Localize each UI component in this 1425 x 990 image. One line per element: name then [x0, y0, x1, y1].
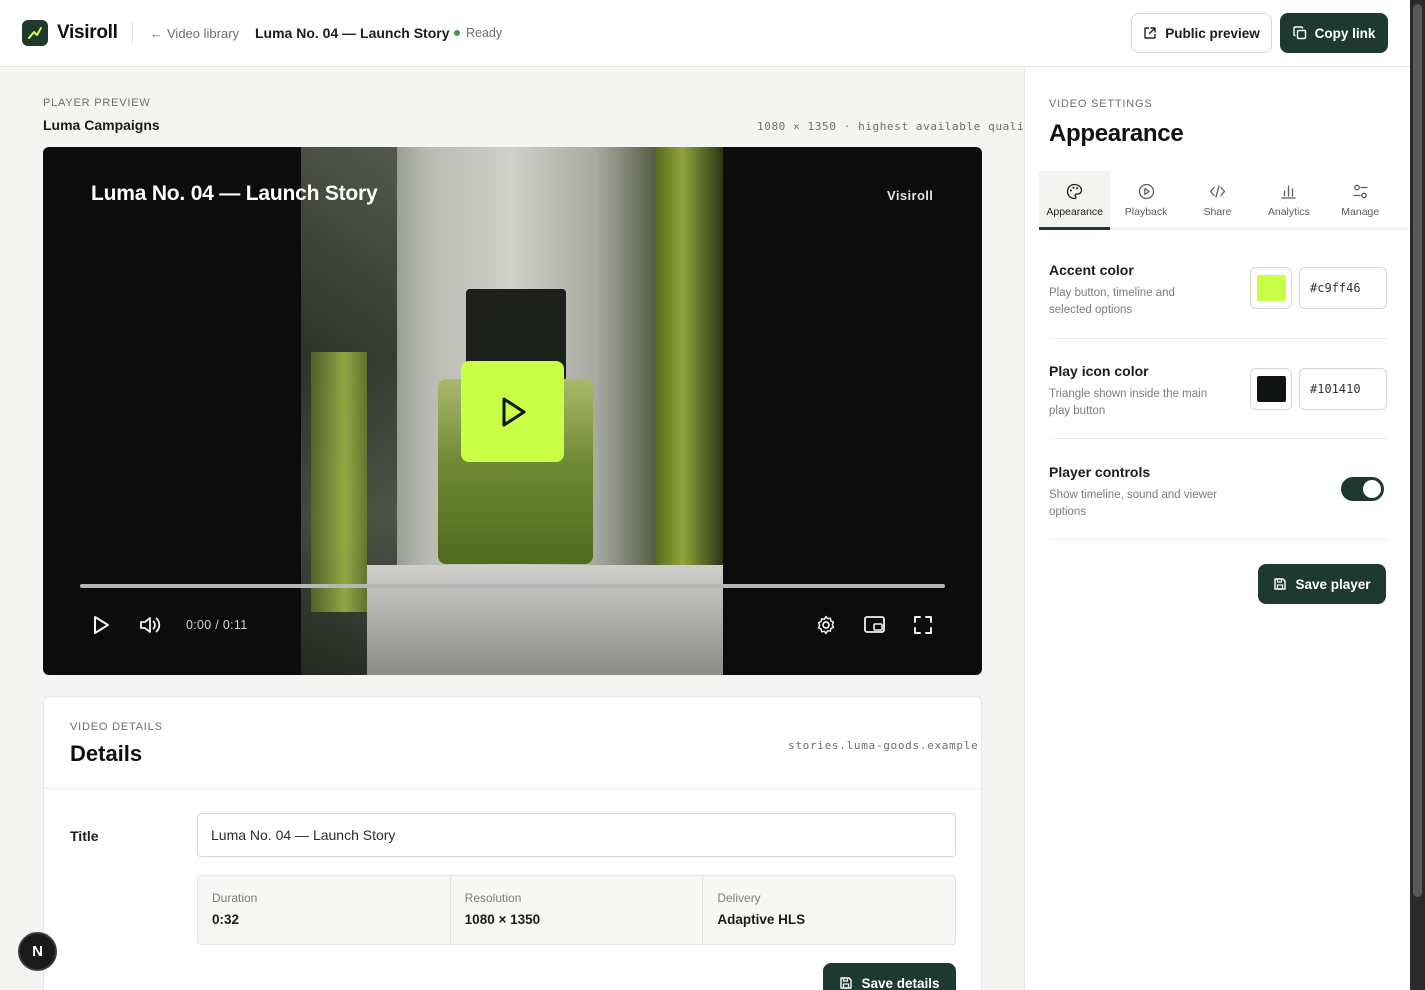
gear-icon: [817, 615, 835, 635]
divider: [44, 788, 981, 789]
big-play-button[interactable]: [461, 361, 564, 462]
title-field-label: Title: [70, 828, 99, 844]
breadcrumb-video-title: Luma No. 04 — Launch Story: [255, 25, 450, 41]
save-player-button[interactable]: Save player: [1258, 564, 1386, 604]
player-controls-desc: Show timeline, sound and viewer options: [1049, 489, 1218, 518]
details-url: stories.luma-goods.example: [788, 739, 979, 752]
toggle-knob: [1363, 480, 1381, 498]
tab-analytics[interactable]: Analytics: [1253, 171, 1324, 229]
play-icon-color-desc: Triangle shown inside the main play butt…: [1049, 388, 1208, 417]
settings-panel: VIDEO SETTINGS Appearance Appearance Pla…: [1024, 67, 1411, 990]
arrow-left-icon: ←: [150, 26, 163, 41]
accent-color-swatch[interactable]: [1250, 267, 1292, 309]
tab-label: Manage: [1341, 205, 1380, 218]
play-icon: [94, 616, 109, 634]
video-overlay-title: Luma No. 04 — Launch Story: [91, 182, 378, 205]
save-icon: [840, 977, 853, 989]
status-badge: Ready: [454, 26, 502, 40]
video-settings-kicker: VIDEO SETTINGS: [1049, 98, 1153, 110]
video-overlay-brand: Visiroll: [887, 188, 934, 203]
details-title: Details: [70, 741, 143, 766]
tab-label: Share: [1203, 205, 1232, 218]
tab-appearance[interactable]: Appearance: [1039, 171, 1111, 230]
play-control-button[interactable]: [88, 612, 114, 638]
copy-link-button[interactable]: Copy link: [1280, 13, 1388, 53]
sliders-icon: [1353, 184, 1368, 198]
accent-color-desc: Play button, timeline and selected optio…: [1049, 287, 1175, 316]
play-icon-color-hex-input[interactable]: #101410: [1299, 368, 1387, 410]
public-preview-button[interactable]: Public preview: [1131, 13, 1272, 53]
play-icon-color-swatch[interactable]: [1250, 368, 1292, 410]
tab-manage[interactable]: Manage: [1325, 171, 1396, 229]
back-to-library-link[interactable]: ← Video library: [150, 26, 239, 41]
copy-link-label: Copy link: [1314, 25, 1376, 41]
settings-button[interactable]: [813, 612, 839, 638]
meta-key: Delivery: [717, 891, 761, 905]
timeline-scrubber[interactable]: [80, 584, 945, 588]
copy-icon: [1292, 26, 1306, 40]
tab-playback[interactable]: Playback: [1110, 171, 1181, 229]
title-input[interactable]: [197, 813, 956, 857]
divider: [1049, 539, 1387, 540]
player-controls-toggle[interactable]: [1341, 477, 1384, 501]
accent-color-hex-input[interactable]: #c9ff46: [1299, 267, 1387, 309]
top-bar: Visiroll ← Video library Luma No. 04 — L…: [0, 0, 1410, 67]
brand-logo-icon[interactable]: [22, 20, 48, 46]
meta-value: 1080 × 1350: [464, 912, 541, 927]
palette-icon: [1067, 183, 1083, 199]
external-link-icon: [1144, 27, 1156, 39]
volume-button[interactable]: [137, 612, 163, 638]
video-details-kicker: VIDEO DETAILS: [70, 721, 163, 733]
brand-name: Visiroll: [57, 22, 118, 43]
tab-label: Analytics: [1267, 205, 1310, 218]
meta-delivery: Delivery Adaptive HLS: [703, 876, 955, 944]
public-preview-label: Public preview: [1165, 25, 1260, 41]
tab-label: Playback: [1124, 205, 1168, 218]
meta-resolution: Resolution 1080 × 1350: [451, 876, 704, 944]
settings-title: Appearance: [1049, 120, 1184, 147]
tab-label: Appearance: [1046, 205, 1104, 218]
player-controls-title: Player controls: [1049, 464, 1151, 480]
meta-duration: Duration 0:32: [198, 876, 451, 944]
dev-tools-badge[interactable]: N: [18, 932, 57, 971]
fullscreen-icon: [914, 616, 932, 634]
status-dot-icon: [454, 30, 460, 36]
picture-in-picture-button[interactable]: [862, 612, 888, 638]
save-player-label: Save player: [1295, 576, 1371, 592]
quality-note: 1080 × 1350 · highest available quality: [757, 120, 1039, 133]
divider: [132, 22, 133, 44]
tab-share[interactable]: Share: [1182, 171, 1253, 229]
picture-in-picture-icon: [864, 616, 885, 633]
time-readout: 0:00 / 0:11: [186, 618, 248, 632]
save-details-button[interactable]: Save details: [823, 963, 956, 990]
player-controls-row: Player controls Show timeline, sound and…: [1049, 464, 1387, 521]
divider: [1049, 338, 1387, 339]
video-metadata-grid: Duration 0:32 Resolution 1080 × 1350 Del…: [197, 875, 956, 945]
video-player[interactable]: Luma No. 04 — Launch Story Visiroll 0:00…: [43, 147, 982, 675]
save-icon: [1274, 578, 1287, 590]
meta-value: Adaptive HLS: [717, 912, 806, 927]
play-icon: [502, 397, 525, 426]
scrollbar-thumb[interactable]: [1413, 4, 1422, 897]
code-icon: [1209, 184, 1226, 198]
volume-icon: [140, 617, 161, 633]
player-preview-subtitle: Luma Campaigns: [43, 117, 160, 133]
bar-chart-icon: [1281, 184, 1297, 199]
meta-key: Duration: [212, 891, 258, 905]
back-link-label: Video library: [167, 26, 240, 41]
player-preview-kicker: PLAYER PREVIEW: [43, 97, 151, 109]
status-label: Ready: [466, 26, 503, 40]
video-details-card: VIDEO DETAILS Details stories.luma-goods…: [43, 696, 982, 990]
play-circle-icon: [1138, 183, 1154, 199]
divider: [1049, 438, 1387, 439]
fullscreen-button[interactable]: [910, 612, 936, 638]
settings-tabs: Appearance Playback Share Analytics Mana…: [1039, 171, 1411, 230]
meta-value: 0:32: [212, 912, 240, 927]
meta-key: Resolution: [464, 891, 522, 905]
save-details-label: Save details: [861, 975, 940, 990]
